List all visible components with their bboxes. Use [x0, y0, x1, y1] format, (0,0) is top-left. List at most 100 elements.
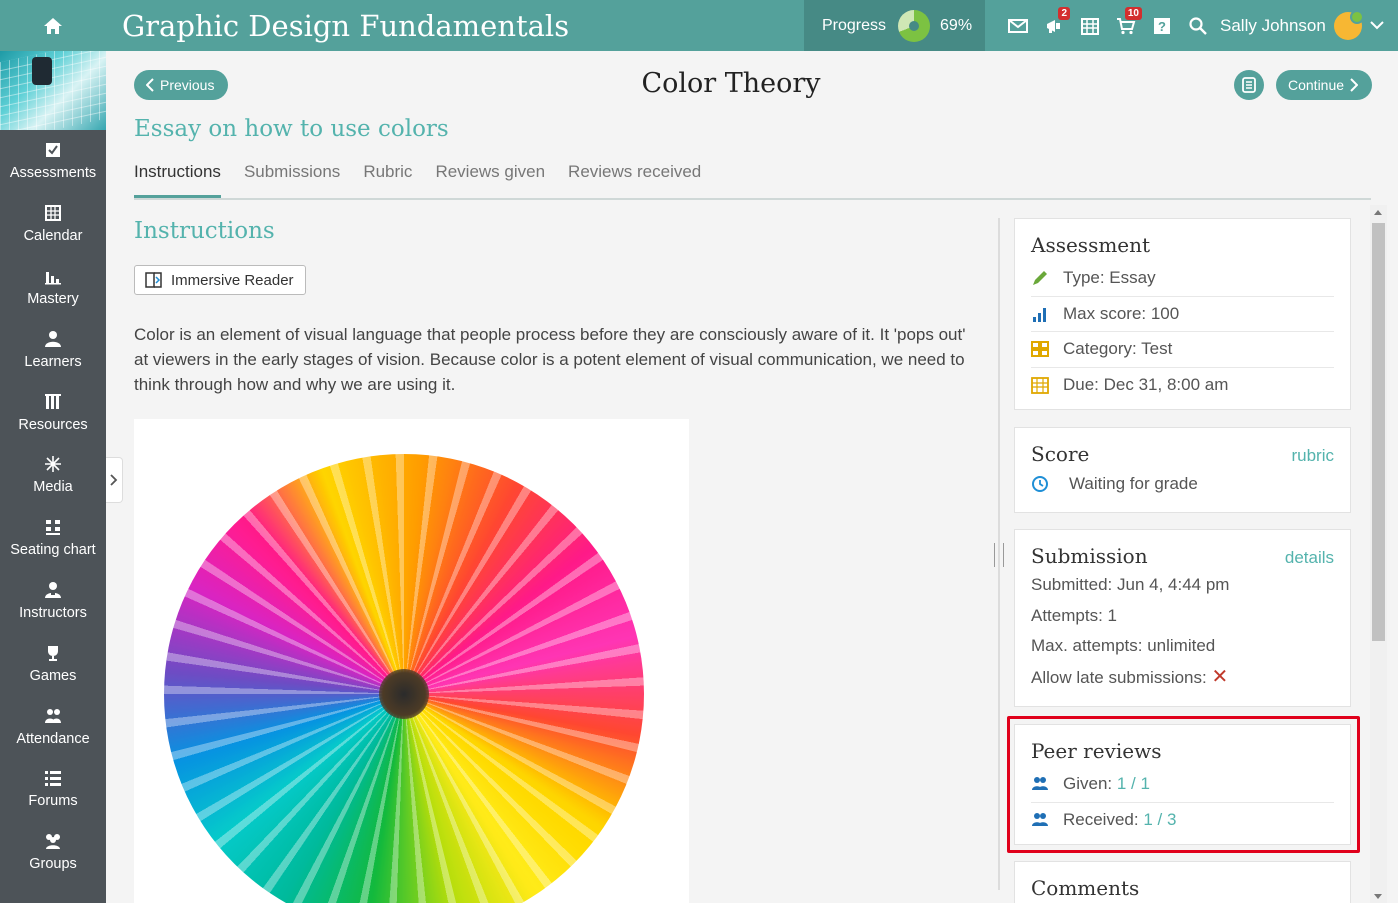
sidebar-item-calendar[interactable]: Calendar: [0, 193, 106, 256]
tab-instructions[interactable]: Instructions: [134, 158, 221, 198]
progress-ring-icon: [898, 9, 931, 42]
late-submissions: Allow late submissions: ✕: [1031, 665, 1229, 688]
previous-button[interactable]: Previous: [134, 70, 228, 100]
messages-button[interactable]: [1000, 0, 1036, 51]
chevron-down-icon: [1370, 21, 1384, 30]
sidebar-item-label: Forums: [28, 793, 78, 810]
svg-text:?: ?: [1158, 19, 1166, 34]
sidebar-item-games[interactable]: Games: [0, 632, 106, 695]
chevron-left-icon: [146, 78, 154, 92]
assessment-max-score: Max score: 100: [1031, 297, 1334, 332]
search-button[interactable]: [1180, 0, 1216, 51]
sidebar-item-label: Learners: [24, 353, 82, 370]
group-icon: [46, 834, 60, 850]
sidebar-item-mastery[interactable]: Mastery: [0, 256, 106, 319]
continue-label: Continue: [1288, 77, 1345, 93]
home-button[interactable]: [0, 0, 106, 51]
rubric-link[interactable]: rubric: [1291, 446, 1334, 466]
tab-reviews-received[interactable]: Reviews received: [568, 158, 701, 198]
seating-grid-icon: [46, 520, 60, 536]
attempts-count: Attempts: 1: [1031, 605, 1117, 625]
calendar-icon: [45, 205, 61, 222]
tab-rubric[interactable]: Rubric: [363, 158, 412, 198]
sidebar-collapse-button[interactable]: [106, 457, 123, 503]
sidebar-item-label: Media: [33, 479, 73, 496]
user-name[interactable]: Sally Johnson: [1220, 16, 1326, 36]
assessment-card: Assessment Type: Essay Max score: 100 Ca…: [1014, 218, 1351, 410]
bar-chart-icon: [45, 271, 61, 285]
submission-card-title: Submission: [1031, 544, 1148, 568]
peer-reviews-received: Received: 1 / 3: [1031, 803, 1334, 839]
assessment-type: Type: Essay: [1031, 261, 1334, 297]
immersive-reader-button[interactable]: Immersive Reader: [134, 265, 306, 295]
continue-button[interactable]: Continue: [1276, 70, 1372, 100]
details-link[interactable]: details: [1285, 548, 1334, 568]
chevron-right-icon: [1350, 78, 1359, 92]
sidebar-item-label: Mastery: [27, 290, 79, 307]
sidebar-item-instructors[interactable]: Instructors: [0, 570, 106, 633]
home-icon: [44, 17, 62, 34]
progress-indicator[interactable]: Progress 69%: [804, 0, 985, 51]
score-card: Score rubric Waiting for grade: [1014, 427, 1351, 513]
immersive-reader-label: Immersive Reader: [171, 271, 294, 289]
check-square-icon: [46, 143, 60, 158]
course-image[interactable]: [0, 51, 106, 130]
notifications-badge: 2: [1058, 7, 1070, 20]
scrollbar[interactable]: [1370, 205, 1387, 903]
sidebar-item-label: Assessments: [9, 165, 97, 182]
sidebar-item-assessments[interactable]: Assessments: [0, 130, 106, 193]
sidebar-item-attendance[interactable]: Attendance: [0, 695, 106, 758]
pencil-icon: [1033, 271, 1047, 286]
sidebar-item-forums[interactable]: Forums: [0, 758, 106, 821]
notifications-button[interactable]: 2: [1036, 0, 1072, 51]
group-icon: [1032, 813, 1048, 827]
clock-icon: [1032, 475, 1048, 492]
scroll-thumb[interactable]: [1372, 223, 1385, 641]
assignment-tabs: Instructions Submissions Rubric Reviews …: [134, 158, 1371, 200]
sparkle-icon: [45, 456, 61, 473]
notebook-button[interactable]: [1234, 70, 1264, 100]
instructions-text: Color is an element of visual language t…: [134, 325, 966, 394]
calendar-button[interactable]: [1072, 0, 1108, 51]
help-button[interactable]: ?: [1144, 0, 1180, 51]
sidebar-item-label: Attendance: [16, 730, 90, 747]
calendar-icon: [1031, 377, 1049, 395]
panel-resize-handle[interactable]: [994, 543, 1004, 567]
search-icon: [1189, 16, 1207, 35]
cart-badge: 10: [1124, 7, 1142, 20]
assignment-title: Essay on how to use colors: [134, 116, 449, 142]
sidebar-item-seating-chart[interactable]: Seating chart: [0, 507, 106, 570]
given-count-link[interactable]: 1 / 1: [1117, 774, 1150, 793]
sidebar-item-resources[interactable]: Resources: [0, 381, 106, 444]
scroll-up-arrow[interactable]: [1374, 210, 1382, 215]
received-count-link[interactable]: 1 / 3: [1143, 810, 1176, 829]
attendance-icon: [45, 708, 61, 723]
cart-button[interactable]: 10: [1108, 0, 1144, 51]
peer-reviews-card-title: Peer reviews: [1031, 739, 1162, 763]
envelope-icon: [1008, 18, 1028, 33]
instructions-heading: Instructions: [134, 218, 275, 244]
course-title[interactable]: Graphic Design Fundamentals: [122, 9, 804, 43]
calendar-icon: [1081, 17, 1099, 35]
scroll-down-arrow[interactable]: [1374, 894, 1382, 899]
group-icon: [1032, 777, 1048, 791]
tab-reviews-given[interactable]: Reviews given: [435, 158, 545, 198]
top-bar: Graphic Design Fundamentals Progress 69%…: [0, 0, 1398, 51]
assessment-card-title: Assessment: [1031, 233, 1151, 257]
tab-submissions[interactable]: Submissions: [244, 158, 340, 198]
bar-chart-icon: [1033, 307, 1046, 322]
top-icons: 2 10 ? Sally Johnson: [1000, 0, 1392, 51]
peer-reviews-card: Peer reviews Given: 1 / 1 Received: 1 / …: [1014, 724, 1351, 845]
sidebar-item-learners[interactable]: Learners: [0, 318, 106, 381]
avatar[interactable]: [1333, 9, 1364, 40]
submission-card: Submission details Submitted: Jun 4, 4:4…: [1014, 529, 1351, 707]
user-menu-toggle[interactable]: [1362, 0, 1392, 51]
user-icon: [45, 330, 61, 347]
sidebar-item-groups[interactable]: Groups: [0, 821, 106, 884]
sidebar-item-media[interactable]: Media: [0, 444, 106, 507]
score-status: Waiting for grade: [1031, 466, 1334, 502]
sidebar-item-label: Calendar: [23, 228, 83, 245]
max-attempts: Max. attempts: unlimited: [1031, 636, 1216, 656]
trophy-icon: [48, 645, 58, 661]
assessment-category: Category: Test: [1031, 332, 1334, 368]
